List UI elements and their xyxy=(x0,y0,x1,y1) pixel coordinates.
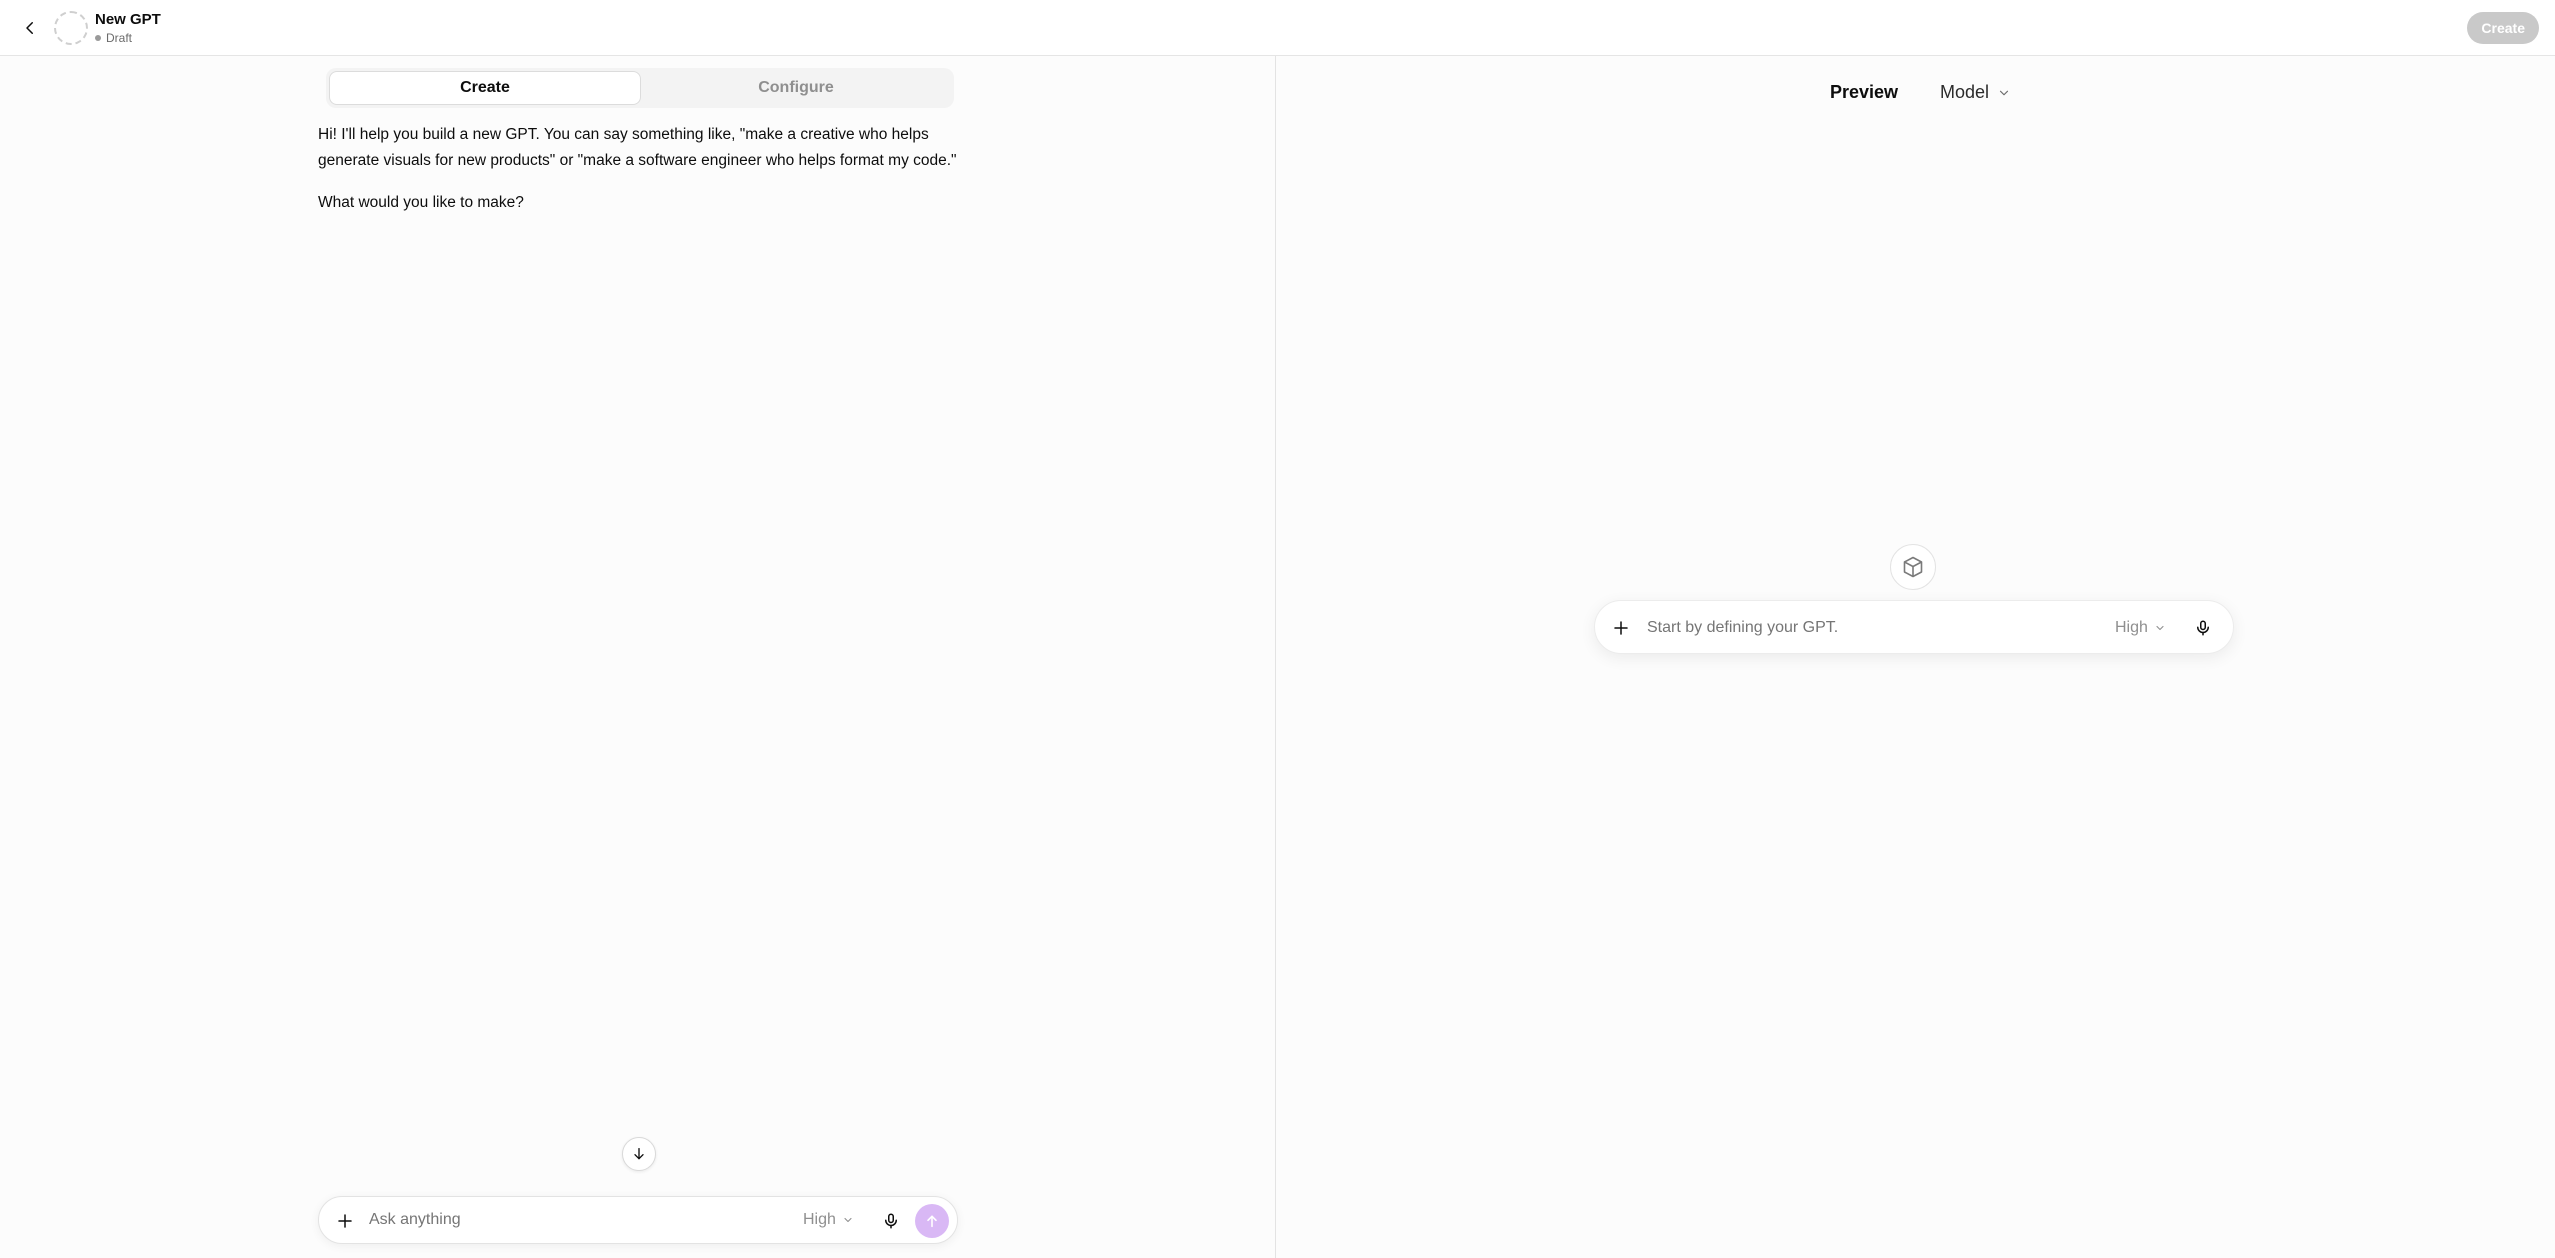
attach-button[interactable] xyxy=(333,1209,357,1233)
voice-input-button[interactable] xyxy=(879,1209,903,1233)
plus-icon xyxy=(338,1214,352,1228)
message-paragraph: What would you like to make? xyxy=(318,194,524,211)
top-bar: New GPT Draft Create xyxy=(0,0,2555,56)
scroll-to-bottom-button[interactable] xyxy=(622,1137,656,1171)
effort-select[interactable]: High xyxy=(2115,619,2166,637)
cube-icon xyxy=(1903,556,1923,578)
back-button[interactable] xyxy=(16,14,44,42)
effort-label: High xyxy=(803,1211,836,1228)
chevron-down-icon xyxy=(2156,625,2164,631)
gpt-status: Draft xyxy=(95,31,132,45)
builder-tabs: Create Configure xyxy=(326,68,954,108)
microphone-icon xyxy=(885,1213,897,1229)
microphone-icon xyxy=(2197,620,2209,636)
preview-message-input[interactable] xyxy=(1647,619,2087,637)
builder-composer: High xyxy=(318,1196,958,1244)
send-button[interactable] xyxy=(915,1204,949,1238)
tab-configure[interactable]: Configure xyxy=(641,71,951,105)
voice-input-button[interactable] xyxy=(2191,616,2215,640)
message-paragraph: Hi! I'll help you build a new GPT. You c… xyxy=(318,126,957,169)
tab-create[interactable]: Create xyxy=(329,71,641,105)
arrow-down-icon xyxy=(634,1148,644,1160)
pane-divider xyxy=(1275,56,1276,1258)
create-gpt-button[interactable]: Create xyxy=(2467,12,2539,44)
chevron-left-icon xyxy=(26,22,33,34)
model-label: Model xyxy=(1940,82,1990,102)
attach-button[interactable] xyxy=(1609,616,1633,640)
preview-heading: Preview xyxy=(1830,82,1899,102)
chevron-down-icon xyxy=(1999,90,2009,95)
gpt-placeholder-avatar xyxy=(1890,544,1936,590)
arrow-up-icon xyxy=(927,1215,937,1228)
assistant-message: Hi! I'll help you build a new GPT. You c… xyxy=(318,122,958,216)
effort-select[interactable]: High xyxy=(803,1211,854,1229)
effort-label: High xyxy=(2115,619,2148,636)
status-label: Draft xyxy=(106,31,133,45)
preview-composer: High xyxy=(1594,600,2234,654)
plus-icon xyxy=(1614,621,1628,635)
gpt-name: New GPT xyxy=(95,11,161,28)
status-dot xyxy=(95,35,101,41)
gpt-avatar-placeholder[interactable] xyxy=(54,11,88,45)
model-selector[interactable]: Model xyxy=(1940,82,2011,103)
chevron-down-icon xyxy=(844,1217,852,1223)
builder-message-input[interactable] xyxy=(369,1211,749,1229)
